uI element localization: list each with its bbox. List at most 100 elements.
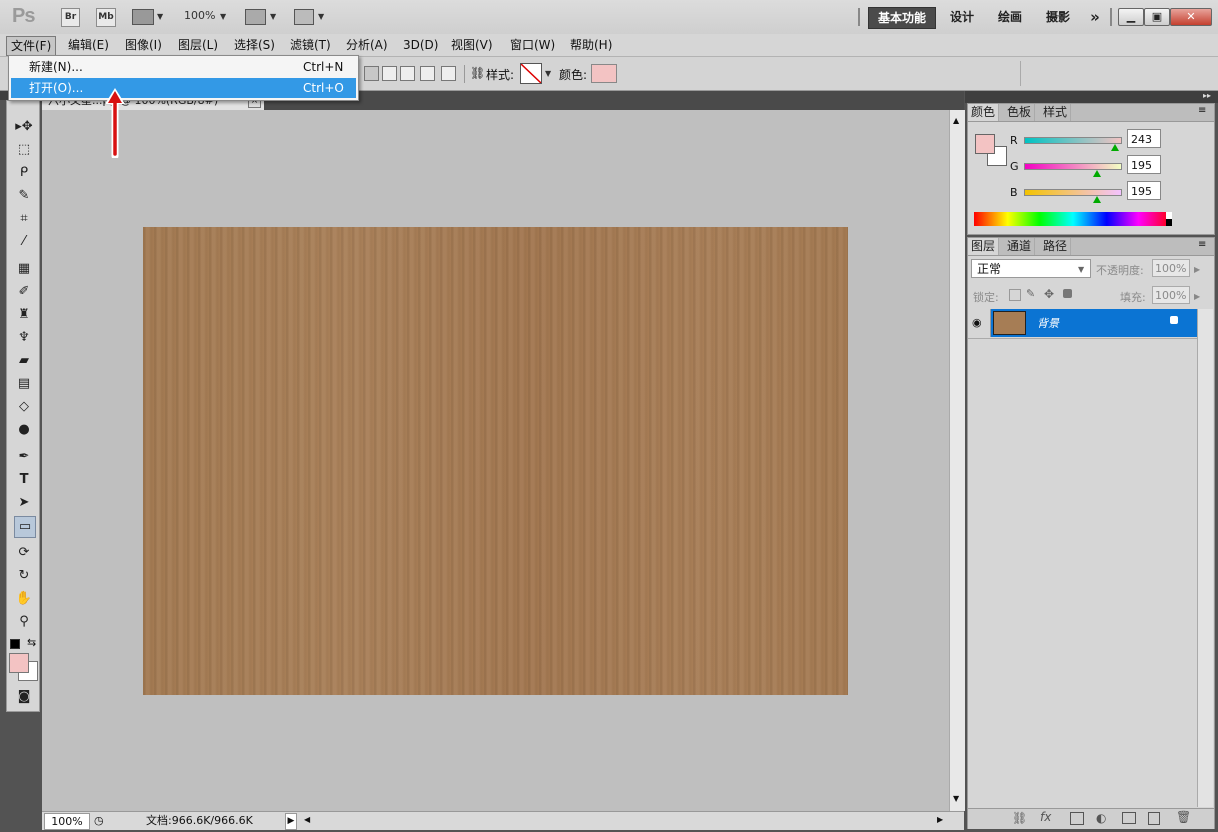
green-slider-thumb[interactable] (1093, 170, 1102, 177)
style-picker[interactable] (520, 63, 542, 84)
adjustment-layer-icon[interactable]: ◐ (1096, 811, 1106, 825)
red-slider[interactable] (1024, 137, 1122, 144)
shape-color-swatch[interactable] (591, 64, 617, 83)
fill-field[interactable]: 100% (1152, 286, 1190, 304)
hand-tool-icon[interactable]: ✋ (14, 589, 34, 609)
chevron-down-icon[interactable]: ▼ (220, 12, 226, 21)
mini-bridge-button[interactable]: Mb (96, 8, 116, 27)
minimize-button[interactable]: ▁ (1118, 8, 1144, 26)
panel-menu-icon[interactable]: ≡ (1198, 239, 1206, 250)
menu-image[interactable]: 图像(I) (121, 36, 166, 54)
lock-pixels-icon[interactable]: ✎ (1026, 287, 1035, 300)
menu-edit[interactable]: 编辑(E) (64, 36, 113, 54)
menu-3d[interactable]: 3D(D) (399, 36, 442, 54)
shape-intersect-button[interactable] (420, 66, 435, 81)
scroll-up-icon[interactable]: ▲ (953, 116, 959, 125)
close-button[interactable]: ✕ (1170, 8, 1212, 26)
swap-colors-icon[interactable]: ⇆ (27, 636, 36, 649)
view-extras-icon[interactable] (132, 9, 154, 25)
status-info-icon[interactable]: ◷ (94, 814, 104, 827)
path-selection-tool-icon[interactable]: ➤ (14, 493, 34, 513)
white-swatch[interactable] (1166, 212, 1172, 219)
blend-mode-select[interactable]: 正常 (971, 259, 1091, 278)
color-spectrum-bar[interactable] (974, 212, 1172, 226)
delete-layer-icon[interactable]: 🗑 (1176, 810, 1191, 824)
blue-slider-thumb[interactable] (1093, 196, 1102, 203)
shape-exclude-button[interactable] (441, 66, 456, 81)
collapse-panels-icon[interactable]: ▸▸ (1203, 91, 1211, 100)
workspace-design[interactable]: 设计 (942, 7, 982, 27)
foreground-color-swatch[interactable] (9, 653, 29, 673)
menu-layer[interactable]: 图层(L) (174, 36, 222, 54)
clone-stamp-tool-icon[interactable]: ♜ (14, 305, 34, 325)
lasso-tool-icon[interactable]: ᑭ (14, 163, 34, 183)
quick-mask-icon[interactable]: ◙ (14, 687, 34, 707)
rectangle-tool-icon[interactable]: ▭ (14, 516, 36, 538)
eyedropper-tool-icon[interactable]: ⁄ (14, 232, 34, 252)
link-layers-icon[interactable]: ⛓ (1012, 811, 1027, 825)
workspace-painting[interactable]: 绘画 (990, 7, 1030, 27)
red-slider-thumb[interactable] (1111, 144, 1120, 151)
menu-item-new[interactable]: 新建(N)... Ctrl+N (11, 57, 356, 77)
bridge-button[interactable]: Br (61, 8, 80, 27)
foreground-swatch[interactable] (975, 134, 995, 154)
status-menu-arrow-icon[interactable]: ▶ (285, 813, 297, 830)
layer-visibility-toggle[interactable]: ◉ (968, 309, 991, 337)
eraser-tool-icon[interactable]: ▰ (14, 351, 34, 371)
menu-analysis[interactable]: 分析(A) (342, 36, 392, 54)
chevron-right-icon[interactable]: ▶ (1194, 265, 1200, 274)
shape-subtract-button[interactable] (400, 66, 415, 81)
3d-orbit-tool-icon[interactable]: ↻ (14, 566, 34, 586)
more-workspaces-button[interactable]: » (1084, 7, 1106, 27)
default-colors-icon[interactable] (10, 639, 20, 649)
scroll-down-icon[interactable]: ▼ (953, 794, 959, 803)
menu-file[interactable]: 文件(F) (6, 36, 57, 56)
black-swatch[interactable] (1166, 219, 1172, 226)
scroll-left-icon[interactable]: ◀ (304, 815, 310, 824)
menu-item-open[interactable]: 打开(O)... Ctrl+O (11, 78, 356, 98)
shape-add-button[interactable] (382, 66, 397, 81)
menu-select[interactable]: 选择(S) (230, 36, 279, 54)
green-value-field[interactable]: 195 (1127, 155, 1161, 174)
layers-scrollbar[interactable] (1197, 309, 1213, 807)
layer-name[interactable]: 背景 (1037, 315, 1059, 331)
tab-channels[interactable]: 通道 (1004, 238, 1036, 255)
lock-transparency-icon[interactable] (1009, 289, 1021, 301)
fx-icon[interactable]: fx (1040, 810, 1051, 824)
maximize-button[interactable]: ▣ (1144, 8, 1170, 26)
menu-window[interactable]: 窗口(W) (506, 36, 559, 54)
tab-color[interactable]: 颜色 (968, 104, 1000, 121)
menu-filter[interactable]: 滤镜(T) (286, 36, 335, 54)
chevron-down-icon[interactable]: ▼ (157, 12, 163, 21)
quick-selection-tool-icon[interactable]: ✎ (14, 186, 34, 206)
dodge-tool-icon[interactable]: ● (14, 420, 34, 440)
workspace-essentials[interactable]: 基本功能 (868, 7, 936, 29)
marquee-tool-icon[interactable]: ⬚ (14, 140, 34, 160)
opacity-field[interactable]: 100% (1152, 259, 1190, 277)
history-brush-tool-icon[interactable]: ♆ (14, 328, 34, 348)
blur-tool-icon[interactable]: ◇ (14, 397, 34, 417)
gradient-tool-icon[interactable]: ▤ (14, 374, 34, 394)
crop-tool-icon[interactable]: ⌗ (14, 209, 34, 229)
type-tool-icon[interactable]: T (14, 470, 34, 490)
brush-tool-icon[interactable]: ✐ (14, 282, 34, 302)
screen-mode-icon[interactable] (294, 9, 314, 25)
lock-position-icon[interactable]: ✥ (1044, 287, 1054, 301)
new-layer-icon[interactable] (1148, 812, 1160, 825)
blue-value-field[interactable]: 195 (1127, 181, 1161, 200)
add-mask-icon[interactable] (1070, 812, 1084, 825)
link-icon[interactable]: ⛓ (470, 66, 485, 80)
tab-paths[interactable]: 路径 (1040, 238, 1072, 255)
chevron-right-icon[interactable]: ▶ (1194, 292, 1200, 301)
lock-all-icon[interactable] (1063, 289, 1072, 298)
zoom-field[interactable]: 100% (44, 813, 90, 830)
zoom-level-select[interactable]: 100% (184, 9, 215, 22)
zoom-tool-icon[interactable]: ⚲ (14, 612, 34, 632)
menu-view[interactable]: 视图(V) (447, 36, 497, 54)
vertical-scrollbar[interactable]: ▲ ▼ (949, 110, 965, 811)
red-value-field[interactable]: 243 (1127, 129, 1161, 148)
3d-rotate-tool-icon[interactable]: ⟳ (14, 543, 34, 563)
layer-row-background[interactable]: ◉ 背景 (968, 309, 1197, 337)
tab-styles[interactable]: 样式 (1040, 104, 1072, 121)
chevron-down-icon[interactable]: ▼ (270, 12, 276, 21)
